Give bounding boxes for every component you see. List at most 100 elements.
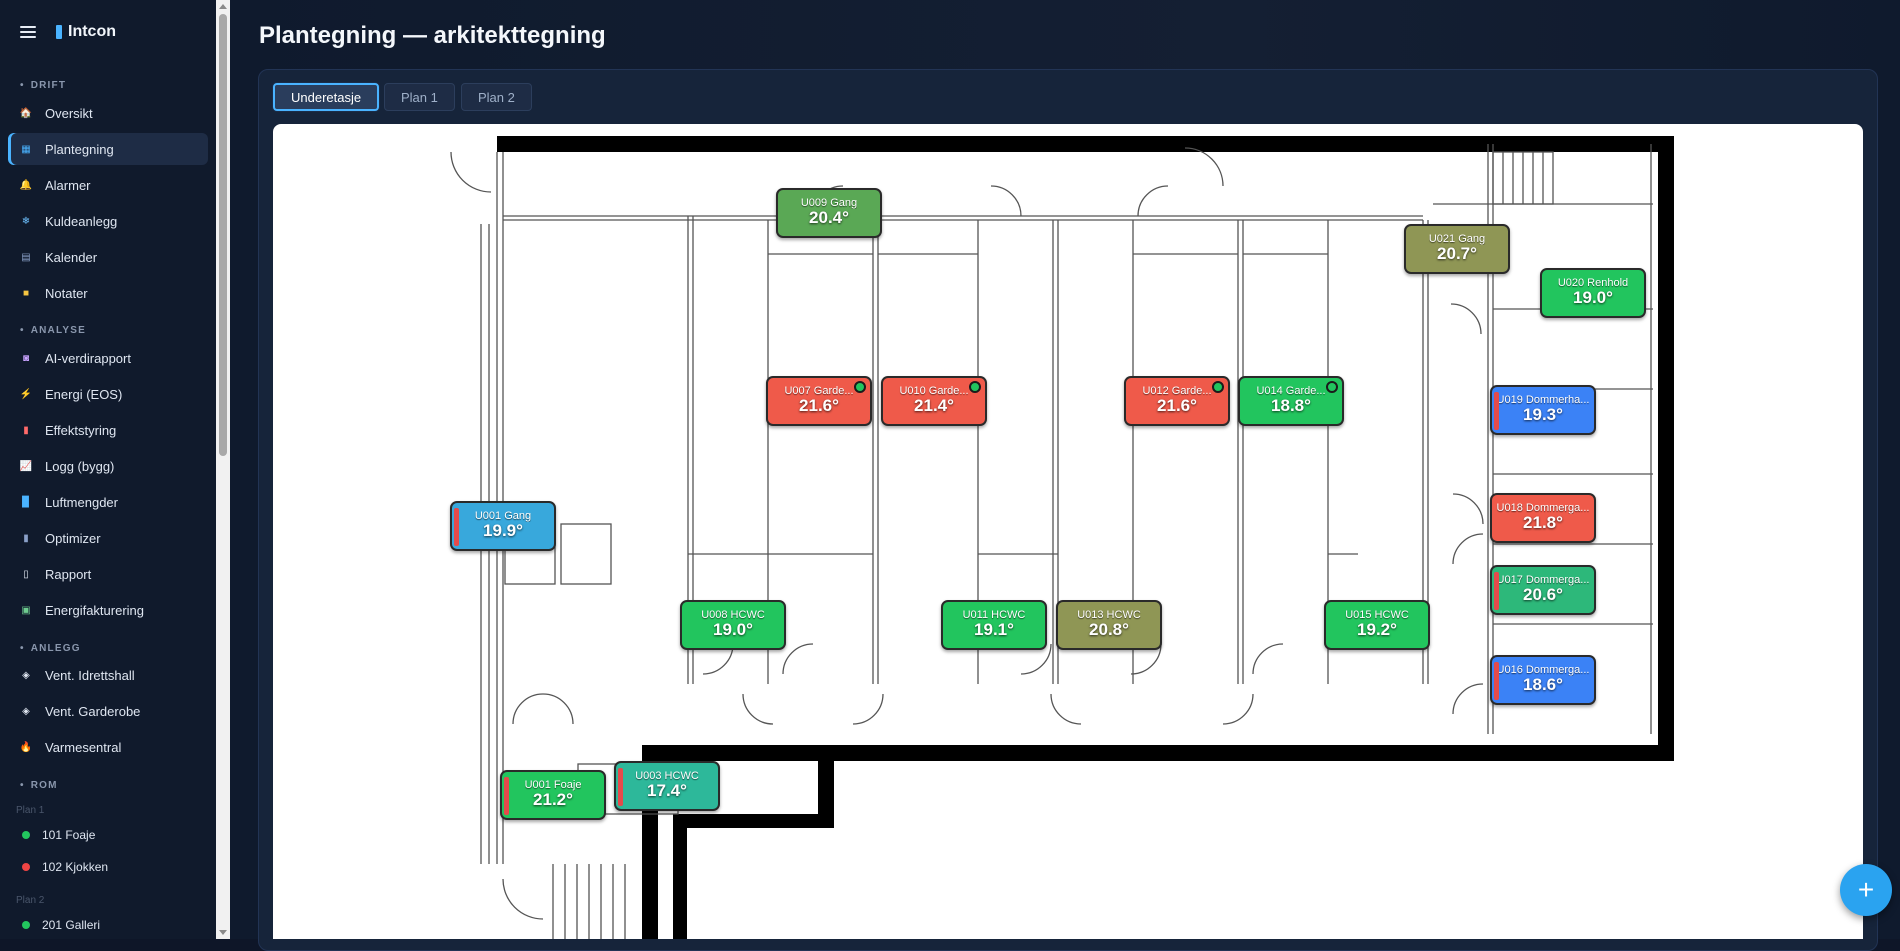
section-anlegg: ANLEGG (20, 643, 81, 654)
sensor-card[interactable]: U007 Garde... 21.6° (766, 376, 872, 426)
sensor-temperature: 20.8° (1089, 620, 1129, 639)
sensor-temperature: 17.4° (647, 781, 687, 800)
sensor-card[interactable]: U009 Gang 20.4° (776, 188, 882, 238)
sensor-card[interactable]: U014 Garde... 18.8° (1238, 376, 1344, 426)
sensor-card[interactable]: U019 Dommerha... 19.3° (1490, 385, 1596, 435)
sensor-temperature: 19.2° (1357, 620, 1397, 639)
nav-item-optimizer[interactable]: ▮ Optimizer (8, 522, 208, 554)
nav-label: Logg (bygg) (45, 458, 115, 474)
sensor-temperature: 18.8° (1271, 396, 1311, 415)
nav-item-kalender[interactable]: ▤ Kalender (8, 241, 208, 273)
nav-item-plantegning[interactable]: ▦ Plantegning (8, 133, 208, 165)
fan-icon: ▉ (22, 496, 30, 508)
document-icon: ▯ (23, 568, 29, 580)
sensor-card[interactable]: U008 HCWC 19.0° (680, 600, 786, 650)
room-item-101[interactable]: 101 Foaje (16, 828, 95, 842)
status-dot (22, 863, 30, 871)
room-item-102[interactable]: 102 Kjokken (16, 860, 108, 874)
sensor-card[interactable]: U011 HCWC 19.1° (941, 600, 1047, 650)
nav-item-energifakturering[interactable]: ▣ Energifakturering (8, 594, 208, 626)
nav-label: Vent. Idrettshall (45, 667, 135, 683)
plan-1-label: Plan 1 (16, 805, 45, 816)
optimizer-icon: ▮ (23, 532, 29, 544)
room-item-201[interactable]: 201 Galleri (16, 918, 100, 932)
sensor-card[interactable]: U012 Garde... 21.6° (1124, 376, 1230, 426)
nav-item-varmesentral[interactable]: 🔥 Varmesentral (8, 731, 208, 763)
house-icon: 🏠 (19, 107, 33, 119)
tab-plan-1[interactable]: Plan 1 (384, 83, 455, 111)
app-name: Intcon (68, 23, 116, 40)
sensor-card[interactable]: U015 HCWC 19.2° (1324, 600, 1430, 650)
tab-plan-2[interactable]: Plan 2 (461, 83, 532, 111)
add-button[interactable]: + (1840, 864, 1892, 916)
scrollbar-thumb[interactable] (219, 14, 227, 456)
sensor-card[interactable]: U003 HCWC 17.4° (614, 761, 720, 811)
nav-label: Energifakturering (45, 602, 144, 618)
nav-label: Kalender (45, 249, 98, 265)
room-label: 102 Kjokken (42, 860, 109, 874)
note-icon: ■ (22, 287, 30, 299)
sensor-card[interactable]: U001 Foaje 21.2° (500, 770, 606, 820)
chart-icon: 📈 (19, 460, 33, 472)
sensor-card[interactable]: U021 Gang 20.7° (1404, 224, 1510, 274)
nav-label: Luftmengder (45, 494, 118, 510)
sensor-temperature: 20.7° (1437, 244, 1477, 263)
sensor-temperature: 19.1° (974, 620, 1014, 639)
online-indicator-icon (969, 381, 981, 393)
sensor-temperature: 20.6° (1523, 585, 1563, 604)
sidebar: Intcon DRIFT 🏠 Oversikt ▦ Plantegning 🔔 Alarm… (0, 0, 216, 939)
flame-icon: 🔥 (19, 741, 33, 753)
nav-label: Plantegning (45, 141, 114, 157)
nav-label: Oversikt (45, 105, 93, 121)
status-bar (1494, 392, 1499, 430)
scroll-down-icon[interactable] (219, 930, 227, 935)
nav-item-luftmengder[interactable]: ▉ Luftmengder (8, 486, 208, 518)
sensor-card[interactable]: U013 HCWC 20.8° (1056, 600, 1162, 650)
nav-label: Optimizer (45, 530, 101, 546)
room-label: 201 Galleri (42, 918, 101, 932)
nav-item-energi-eos[interactable]: ⚡ Energi (EOS) (8, 378, 208, 410)
calendar-icon: ▤ (21, 251, 31, 263)
nav-item-notater[interactable]: ■ Notater (8, 277, 208, 309)
online-indicator-icon (854, 381, 866, 393)
nav-item-vent-garderobe[interactable]: ◈ Vent. Garderobe (8, 695, 208, 727)
section-analyse: ANALYSE (20, 325, 86, 336)
nav-label: Notater (45, 285, 88, 301)
nav-item-rapport[interactable]: ▯ Rapport (8, 558, 208, 590)
floorplan-icon: ▦ (21, 143, 31, 155)
sensor-temperature: 21.4° (914, 396, 954, 415)
nav-label: Effektstyring (45, 422, 117, 438)
sensor-card[interactable]: U018 Dommerga... 21.8° (1490, 493, 1596, 543)
online-indicator-icon (1326, 381, 1338, 393)
gauge-icon: ▮ (23, 424, 29, 436)
nav-item-ai-verdirapport[interactable]: ◙ AI-verdirapport (8, 342, 208, 374)
snowflake-icon: ❄ (21, 215, 31, 227)
sensor-card[interactable]: U020 Renhold 19.0° (1540, 268, 1646, 318)
menu-icon[interactable] (20, 26, 36, 38)
logo-icon (56, 25, 62, 39)
invoice-icon: ▣ (21, 604, 31, 616)
tab-underetasje[interactable]: Underetasje (273, 83, 380, 111)
nav-item-effektstyring[interactable]: ▮ Effektstyring (8, 414, 208, 446)
nav-item-kuldeanlegg[interactable]: ❄ Kuldeanlegg (8, 205, 208, 237)
status-bar (504, 777, 509, 815)
nav-label: Vent. Garderobe (45, 703, 141, 719)
scroll-up-icon[interactable] (219, 4, 227, 9)
online-indicator-icon (1212, 381, 1224, 393)
nav-item-vent-idrettshall[interactable]: ◈ Vent. Idrettshall (8, 659, 208, 691)
status-bar (618, 768, 623, 806)
nav-label: Kuldeanlegg (45, 213, 118, 229)
robot-icon: ◙ (22, 352, 30, 364)
sensor-temperature: 18.6° (1523, 675, 1563, 694)
nav-item-oversikt[interactable]: 🏠 Oversikt (8, 97, 208, 129)
sensor-card[interactable]: U010 Garde... 21.4° (881, 376, 987, 426)
sensor-card[interactable]: U001 Gang 19.9° (450, 501, 556, 551)
nav-item-logg-bygg[interactable]: 📈 Logg (bygg) (8, 450, 208, 482)
sensor-temperature: 19.3° (1523, 405, 1563, 424)
nav-item-alarmer[interactable]: 🔔 Alarmer (8, 169, 208, 201)
status-bar (454, 508, 459, 546)
sensor-card[interactable]: U017 Dommerga... 20.6° (1490, 565, 1596, 615)
brand: Intcon (20, 20, 116, 44)
sensor-card[interactable]: U016 Dommerga... 18.6° (1490, 655, 1596, 705)
sidebar-scrollbar[interactable] (216, 0, 230, 939)
